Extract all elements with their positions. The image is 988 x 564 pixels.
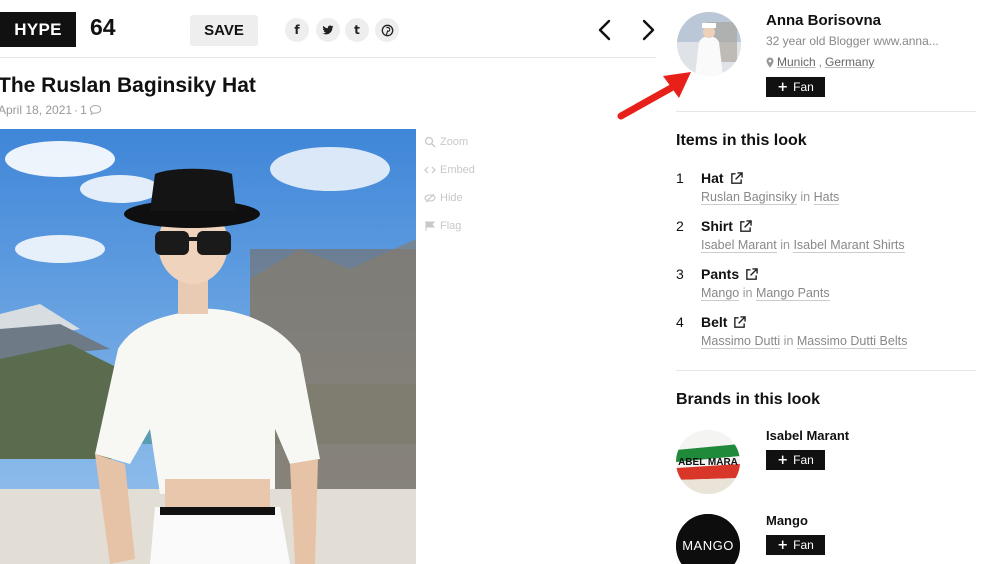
tumblr-icon[interactable]: t — [345, 18, 369, 42]
fan-label: Fan — [793, 538, 814, 552]
brand-logo-text: ABEL MARA — [678, 457, 738, 468]
next-arrow-icon[interactable] — [638, 18, 658, 42]
brand-fan-button[interactable]: + Fan — [766, 450, 825, 470]
item-name[interactable]: Shirt — [701, 218, 752, 234]
look-meta: April 18, 2021 · 1 — [0, 103, 102, 117]
item-category-link[interactable]: Hats — [813, 190, 840, 205]
look-title: The Ruslan Baginsiky Hat — [0, 74, 256, 97]
item-brand-link[interactable]: Massimo Dutti — [701, 334, 781, 349]
location-pin-icon — [766, 57, 774, 67]
item-subline: Ruslan Baginsiky in Hats — [701, 190, 840, 205]
hide-icon — [424, 193, 436, 203]
brands-section-title: Brands in this look — [676, 391, 821, 408]
zoom-tool[interactable]: Zoom — [424, 136, 468, 148]
fan-label: Fan — [793, 453, 814, 467]
look-photo[interactable] — [0, 129, 416, 564]
look-date: April 18, 2021 — [0, 103, 73, 117]
previous-arrow-icon[interactable] — [595, 18, 615, 42]
item-subline: Massimo Dutti in Massimo Dutti Belts — [701, 334, 908, 349]
item-name-label[interactable]: Shirt — [701, 218, 733, 234]
embed-tool[interactable]: Embed — [424, 164, 475, 176]
divider — [676, 370, 976, 371]
comment-count[interactable]: 1 — [80, 103, 87, 117]
brand-logo-mango[interactable]: MANGO — [676, 514, 740, 564]
hide-tool[interactable]: Hide — [424, 192, 463, 204]
user-country-link[interactable]: Germany — [825, 55, 874, 69]
external-link-icon[interactable] — [730, 171, 743, 185]
item-category-link[interactable]: Isabel Marant Shirts — [793, 238, 905, 253]
pinterest-icon[interactable] — [375, 18, 399, 42]
user-bio: 32 year old Blogger www.anna... — [766, 34, 939, 48]
item-subline: Mango in Mango Pants — [701, 286, 830, 301]
external-link-icon[interactable] — [733, 315, 747, 329]
red-arrow-annotation — [617, 72, 691, 120]
item-number: 1 — [676, 170, 684, 186]
item-name[interactable]: Hat — [701, 170, 743, 186]
brand-name[interactable]: Isabel Marant — [766, 428, 849, 443]
fan-label: Fan — [793, 80, 814, 94]
brand-logo-isabel-marant[interactable]: ABEL MARA — [676, 430, 740, 494]
flag-label: Flag — [440, 220, 462, 232]
divider — [676, 111, 976, 112]
hide-label: Hide — [440, 192, 463, 204]
in-text: in — [783, 334, 794, 348]
item-name-label[interactable]: Belt — [701, 314, 727, 330]
hype-count: 64 — [90, 14, 116, 40]
embed-icon — [424, 166, 436, 174]
top-divider — [0, 57, 656, 58]
comment-icon[interactable] — [89, 104, 102, 116]
external-link-icon[interactable] — [745, 267, 758, 281]
brand-fan-button[interactable]: + Fan — [766, 535, 825, 555]
brand-logo-text: MANGO — [682, 538, 734, 553]
user-city-link[interactable]: Munich — [777, 55, 816, 69]
twitter-icon[interactable] — [316, 18, 340, 42]
item-subline: Isabel Marant in Isabel Marant Shirts — [701, 238, 905, 253]
list-item: 3 Pants Mango in Mango Pants — [676, 266, 976, 306]
flag-icon — [425, 221, 436, 231]
meta-separator: · — [74, 103, 79, 117]
item-name[interactable]: Pants — [701, 266, 758, 282]
plus-icon: + — [777, 537, 789, 553]
item-category-link[interactable]: Massimo Dutti Belts — [796, 334, 908, 349]
save-button[interactable]: SAVE — [190, 15, 258, 46]
flag-tool[interactable]: Flag — [424, 220, 461, 232]
items-section-title: Items in this look — [676, 132, 807, 149]
in-text: in — [780, 238, 790, 252]
plus-icon: + — [777, 79, 789, 95]
in-text: in — [742, 286, 753, 300]
item-name-label[interactable]: Pants — [701, 266, 739, 282]
item-number: 3 — [676, 266, 684, 282]
user-location: Munich, Germany — [766, 55, 874, 69]
facebook-icon[interactable]: f — [285, 18, 309, 42]
zoom-icon — [424, 136, 436, 148]
item-brand-link[interactable]: Mango — [701, 286, 740, 301]
item-category-link[interactable]: Mango Pants — [755, 286, 830, 301]
in-text: in — [800, 190, 811, 204]
plus-icon: + — [777, 452, 789, 468]
brand-name[interactable]: Mango — [766, 513, 808, 528]
item-number: 2 — [676, 218, 684, 234]
item-brand-link[interactable]: Isabel Marant — [701, 238, 777, 253]
item-brand-link[interactable]: Ruslan Baginsiky — [701, 190, 797, 205]
zoom-label: Zoom — [440, 136, 469, 148]
item-number: 4 — [676, 314, 684, 330]
item-name-label[interactable]: Hat — [701, 170, 724, 186]
user-fan-button[interactable]: + Fan — [766, 77, 825, 97]
item-name[interactable]: Belt — [701, 314, 747, 330]
list-item: 4 Belt Massimo Dutti in Massimo Dutti Be… — [676, 314, 976, 354]
list-item: 1 Hat Ruslan Baginsiky in Hats — [676, 170, 976, 210]
external-link-icon[interactable] — [739, 219, 752, 233]
hype-button[interactable]: HYPE — [0, 12, 76, 47]
list-item: 2 Shirt Isabel Marant in Isabel Marant S… — [676, 218, 976, 258]
embed-label: Embed — [440, 164, 475, 176]
user-name[interactable]: Anna Borisovna — [766, 12, 881, 29]
